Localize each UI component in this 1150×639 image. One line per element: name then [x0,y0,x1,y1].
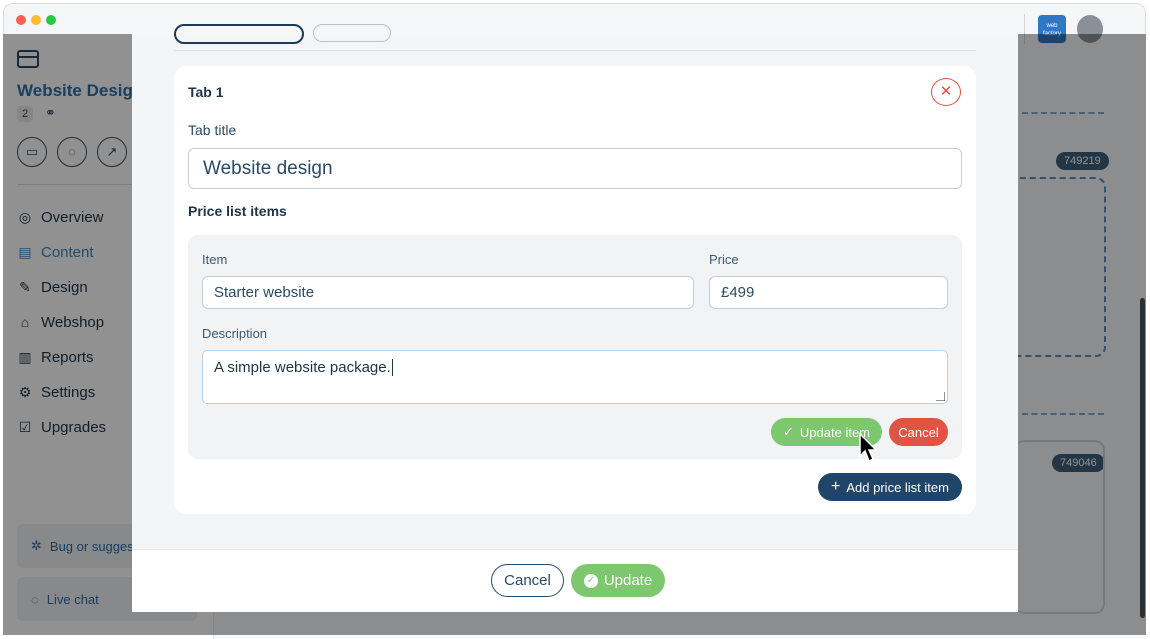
tab-heading: Tab 1 [188,84,224,100]
description-textarea[interactable]: A simple website package. [202,350,948,404]
tab-title-label: Tab title [188,122,237,138]
add-price-list-item-button[interactable]: + Add price list item [818,473,962,501]
item-name-input[interactable] [202,276,694,309]
close-icon: ✕ [939,83,953,100]
resize-handle-icon[interactable] [936,392,945,401]
modal-cancel-label: Cancel [504,572,551,589]
modal-cancel-button[interactable]: Cancel [491,564,564,597]
close-window-icon[interactable] [16,15,26,25]
cancel-item-button[interactable]: Cancel [889,418,948,446]
description-text: A simple website package. [214,359,391,376]
remove-tab-button[interactable]: ✕ [931,78,961,106]
checkmark-icon: ✓ [783,424,794,439]
price-label: Price [709,252,739,267]
tab-title-input[interactable] [188,148,962,189]
plus-icon: + [831,478,841,495]
price-list-title: Price list items [188,203,287,219]
add-price-list-item-label: Add price list item [846,479,949,495]
check-circle-icon: ✓ [583,573,598,588]
modal-update-label: Update [603,572,653,589]
description-label: Description [202,326,268,341]
text-caret [391,359,393,376]
cancel-item-label: Cancel [898,424,939,440]
price-input[interactable] [709,276,948,309]
mouse-cursor-icon [859,432,878,463]
modal-update-button[interactable]: ✓ Update [571,564,665,597]
item-label: Item [202,252,228,267]
modal-tab-pill[interactable] [313,24,391,42]
zoom-window-icon[interactable] [46,15,56,25]
modal-tab-pill-active[interactable] [174,24,304,44]
minimize-window-icon[interactable] [31,15,41,25]
modal-divider [174,50,976,51]
